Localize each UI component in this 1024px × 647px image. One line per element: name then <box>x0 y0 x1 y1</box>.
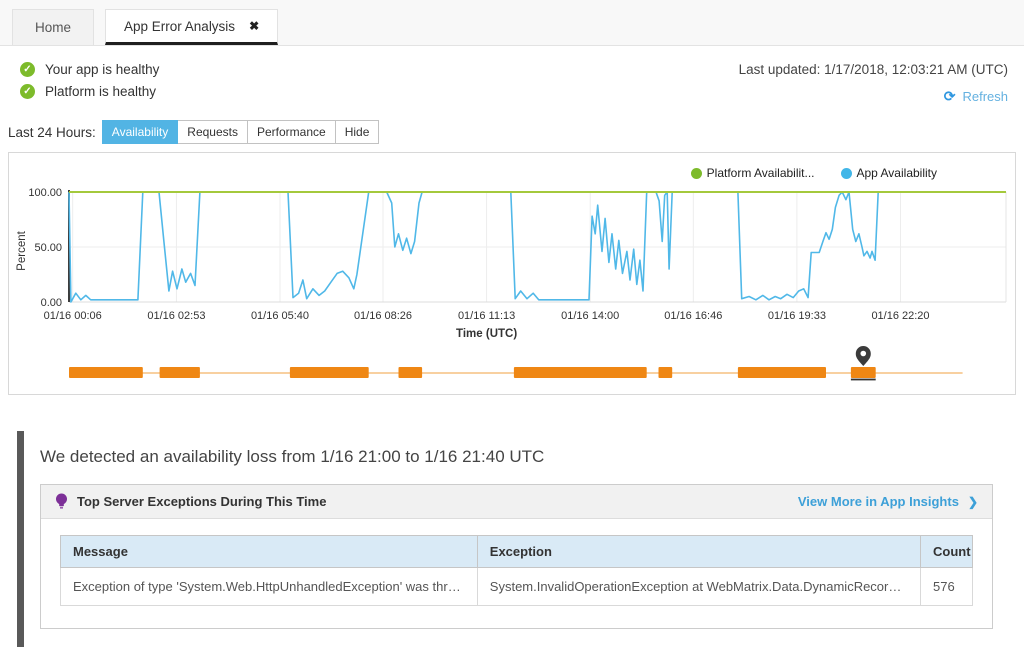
availability-chart: 100.00 50.00 0.00 Percent 01/16 00:06 01/16 0… <box>9 180 1015 344</box>
x-tick-label: 01/16 19:33 <box>768 310 826 322</box>
legend-item-platform-availabilit: Platform Availabilit... <box>691 166 815 180</box>
filter-button-performance[interactable]: Performance <box>247 120 336 144</box>
healthy-check-icon: ✓ <box>20 84 35 99</box>
y-axis-title: Percent <box>16 230 28 270</box>
refresh-icon: ⟳ <box>944 88 956 105</box>
y-tick-label: 100.00 <box>28 187 62 199</box>
x-tick-label: 01/16 11:13 <box>458 310 515 322</box>
close-icon[interactable]: ✖ <box>249 19 259 33</box>
panel-title: Top Server Exceptions During This Time <box>77 494 326 509</box>
view-more-label: View More in App Insights <box>798 494 959 509</box>
downtime-segment[interactable] <box>399 367 423 378</box>
health-item: ✓ Your app is healthy <box>20 62 159 77</box>
insight-section: We detected an availability loss from 1/… <box>17 431 1024 647</box>
filter-button-hide[interactable]: Hide <box>335 120 380 144</box>
tab-app-error-analysis[interactable]: App Error Analysis ✖ <box>105 9 278 45</box>
filter-button-availability[interactable]: Availability <box>102 120 178 144</box>
downtime-segment[interactable] <box>738 367 826 378</box>
legend-item-app-availability: App Availability <box>841 166 938 180</box>
column-header-message: Message <box>61 536 478 568</box>
table-cell: System.InvalidOperationException at WebM… <box>477 568 920 606</box>
x-tick-label: 01/16 22:20 <box>871 310 929 322</box>
availability-chart-card: Platform Availabilit...App Availability … <box>8 152 1016 395</box>
exceptions-table: MessageExceptionCount Exception of type … <box>60 535 973 606</box>
tab-label: Home <box>35 20 71 35</box>
x-tick-label: 01/16 00:06 <box>44 310 102 322</box>
health-item-label: Platform is healthy <box>45 84 156 99</box>
legend-dot-icon <box>841 168 852 179</box>
health-status-list: ✓ Your app is healthy ✓ Platform is healthy <box>20 62 159 106</box>
availability-loss-heading: We detected an availability loss from 1/… <box>40 447 1024 467</box>
filter-label: Last 24 Hours: <box>8 125 96 140</box>
downtime-segment[interactable] <box>514 367 647 378</box>
status-bar: ✓ Your app is healthy ✓ Platform is healthy… <box>0 46 1024 106</box>
health-item: ✓ Platform is healthy <box>20 84 159 99</box>
tab-strip: Home App Error Analysis ✖ <box>0 0 1024 46</box>
chevron-right-icon: ❯ <box>968 495 978 509</box>
x-tick-label: 01/16 16:46 <box>664 310 722 322</box>
table-cell: 576 <box>921 568 973 606</box>
refresh-label: Refresh <box>962 89 1008 104</box>
pin-hole <box>860 351 866 357</box>
tab-label: App Error Analysis <box>124 19 235 34</box>
chart-legend: Platform Availabilit... App Availability <box>9 153 1015 180</box>
x-axis-title: Time (UTC) <box>456 328 517 340</box>
panel-header: Top Server Exceptions During This Time V… <box>41 485 992 519</box>
downtime-segment[interactable] <box>851 367 876 378</box>
top-exceptions-panel: Top Server Exceptions During This Time V… <box>40 484 993 629</box>
downtime-segment[interactable] <box>290 367 369 378</box>
column-header-exception: Exception <box>477 536 920 568</box>
x-tick-label: 01/16 05:40 <box>251 310 309 322</box>
last-updated-text: Last updated: 1/17/2018, 12:03:21 AM (UT… <box>739 62 1008 77</box>
x-tick-label: 01/16 14:00 <box>561 310 619 322</box>
filter-row: Last 24 Hours: AvailabilityRequestsPerfo… <box>0 106 1024 144</box>
y-tick-label: 0.00 <box>41 297 62 309</box>
downtime-segment[interactable] <box>69 367 143 378</box>
filter-button-group: AvailabilityRequestsPerformanceHide <box>103 120 380 144</box>
filter-button-requests[interactable]: Requests <box>177 120 248 144</box>
lightbulb-icon <box>55 493 68 510</box>
view-more-link[interactable]: View More in App Insights ❯ <box>798 494 978 509</box>
health-item-label: Your app is healthy <box>45 62 159 77</box>
legend-dot-icon <box>691 168 702 179</box>
tab-home[interactable]: Home <box>12 9 94 45</box>
downtime-timeline <box>9 344 1015 392</box>
legend-label: App Availability <box>857 166 938 180</box>
x-tick-label: 01/16 08:26 <box>354 310 412 322</box>
x-tick-label: 01/16 02:53 <box>147 310 205 322</box>
refresh-button[interactable]: ⟳ Refresh <box>739 88 1008 105</box>
selected-segment-underline <box>851 379 876 381</box>
healthy-check-icon: ✓ <box>20 62 35 77</box>
column-header-count: Count <box>921 536 973 568</box>
downtime-segment[interactable] <box>659 367 673 378</box>
table-cell: Exception of type 'System.Web.HttpUnhand… <box>61 568 478 606</box>
table-row: Exception of type 'System.Web.HttpUnhand… <box>61 568 973 606</box>
downtime-segment[interactable] <box>160 367 200 378</box>
legend-label: Platform Availabilit... <box>707 166 815 180</box>
y-tick-label: 50.00 <box>34 242 62 254</box>
